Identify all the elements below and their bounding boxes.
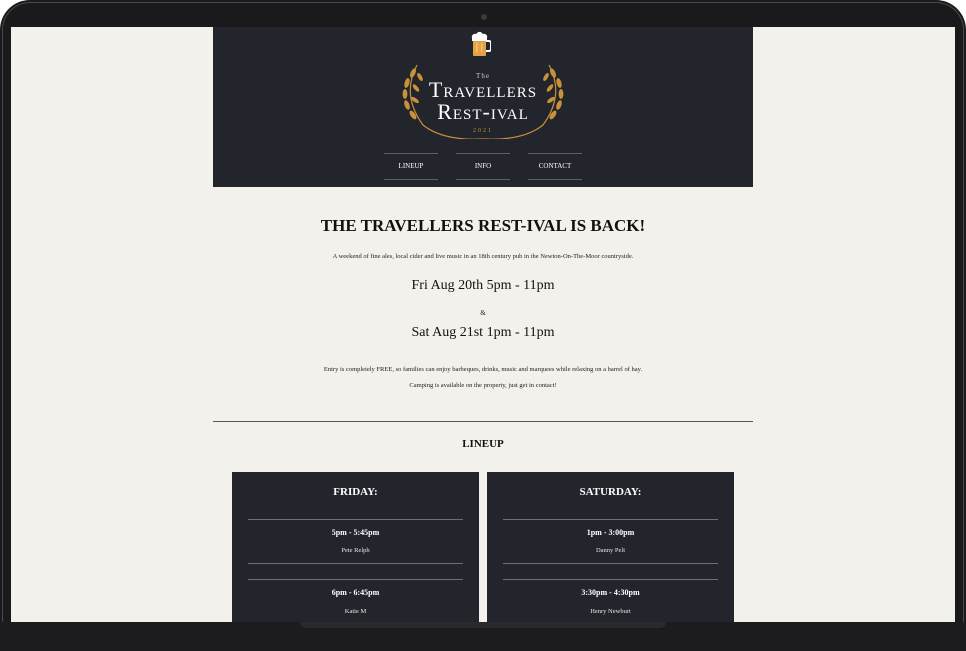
- webcam-icon: [481, 14, 487, 20]
- lineup-heading: LINEUP: [462, 438, 504, 450]
- lineup-card-saturday: SATURDAY: 1pm - 3:00pm Danny Pelt 3:30pm…: [487, 472, 734, 622]
- main-nav: LINEUP INFO CONTACT: [213, 153, 753, 181]
- slot-divider: [503, 579, 718, 580]
- beer-mug-icon: [471, 31, 491, 56]
- browser-viewport[interactable]: The Travellers Rest-ival 2021 LINEUP INF…: [11, 27, 955, 622]
- nav-contact[interactable]: CONTACT: [528, 153, 582, 180]
- nav-info[interactable]: INFO: [456, 153, 510, 180]
- website: The Travellers Rest-ival 2021 LINEUP INF…: [213, 27, 753, 622]
- page-heading: THE TRAVELLERS REST-IVAL IS BACK!: [320, 216, 646, 235]
- slot-divider: [248, 563, 463, 564]
- date-ampersand: &: [480, 309, 486, 317]
- slot-act: Henry Newburt: [590, 608, 631, 615]
- day-title: FRIDAY:: [333, 486, 378, 498]
- slot-act: Danny Pelt: [595, 547, 626, 554]
- slot-divider: [503, 563, 718, 564]
- logo-title-line2: Rest-ival: [437, 99, 529, 124]
- day-title: SATURDAY:: [579, 486, 642, 498]
- section-divider: [213, 421, 753, 422]
- slot-divider: [503, 519, 718, 520]
- event-date-saturday: Sat Aug 21st 1pm - 11pm: [411, 325, 555, 340]
- logo-year: 2021: [473, 128, 493, 134]
- slot-divider: [248, 579, 463, 580]
- entry-info: Entry is completely FREE, so families ca…: [323, 366, 643, 373]
- intro-description: A weekend of fine ales, local cider and …: [332, 253, 634, 260]
- slot-time: 6pm - 6:45pm: [331, 588, 380, 597]
- nav-lineup[interactable]: LINEUP: [384, 153, 438, 180]
- lineup-card-friday: FRIDAY: 5pm - 5:45pm Pete Relph 6pm - 6:…: [232, 472, 479, 622]
- event-date-friday: Fri Aug 20th 5pm - 11pm: [411, 278, 555, 293]
- laptop-frame: The Travellers Rest-ival 2021 LINEUP INF…: [0, 0, 966, 651]
- slot-time: 5pm - 5:45pm: [331, 528, 380, 537]
- slot-time: 1pm - 3:00pm: [586, 528, 635, 537]
- slot-act: Pete Relph: [341, 547, 370, 554]
- slot-act: Katie M: [344, 608, 367, 615]
- slot-divider: [248, 519, 463, 520]
- slot-time: 3:30pm - 4:30pm: [581, 588, 640, 597]
- laptop-hinge: [300, 622, 666, 628]
- camping-info: Camping is available on the property, ju…: [409, 382, 557, 389]
- site-header: The Travellers Rest-ival 2021 LINEUP INF…: [213, 27, 753, 187]
